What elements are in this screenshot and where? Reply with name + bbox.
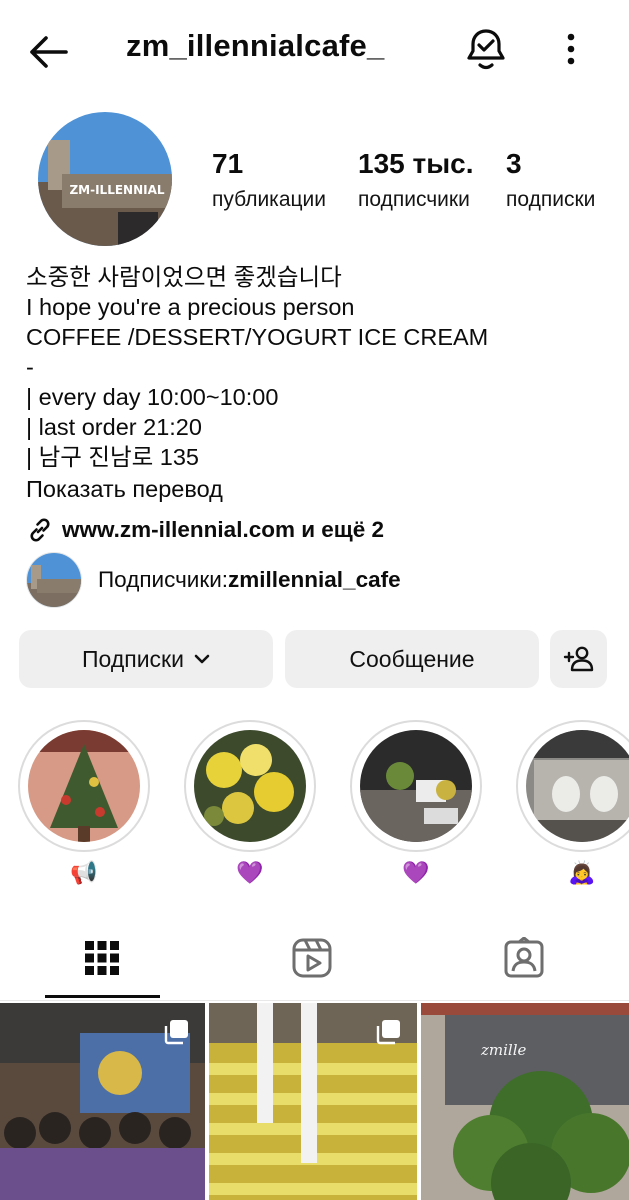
mutual-followers-row[interactable]: Подписчики: zmillennial_cafe xyxy=(26,552,401,608)
story-highlight[interactable]: 📢 xyxy=(18,720,150,890)
post-thumbnail[interactable] xyxy=(0,1003,205,1200)
mutual-followers-prefix: Подписчики: xyxy=(98,567,229,592)
add-user-icon xyxy=(563,646,593,672)
post-photo: zmille xyxy=(421,1003,629,1200)
link-icon xyxy=(30,518,50,542)
back-button[interactable] xyxy=(26,30,70,74)
tab-reels[interactable] xyxy=(282,933,342,983)
mutual-avatar-photo xyxy=(27,553,81,607)
bio-line: COFFEE /DESSERT/YOGURT ICE CREAM xyxy=(26,324,489,350)
reels-icon xyxy=(292,938,332,978)
grid-icon xyxy=(85,941,119,975)
mutual-follower-name: zmillennial_cafe xyxy=(228,567,401,592)
following-count[interactable]: 3 подписки xyxy=(506,148,595,212)
highlight-emoji: 💜 xyxy=(402,860,430,885)
multiple-photos-icon xyxy=(376,1020,400,1045)
avatar-photo: ZM-ILLENNIAL xyxy=(38,112,172,246)
more-vertical-icon xyxy=(567,33,575,65)
post-sign-text: zmille xyxy=(480,1041,527,1059)
add-user-button[interactable] xyxy=(550,630,607,688)
bio-line: | every day 10:00~10:00 xyxy=(26,384,279,410)
highlight-cover xyxy=(28,730,140,842)
message-button-label: Сообщение xyxy=(349,645,475,672)
message-button[interactable]: Сообщение xyxy=(285,630,539,688)
highlight-ring xyxy=(516,720,629,852)
highlight-emoji: 🙇‍♀️ xyxy=(568,860,596,885)
mutual-follower-avatar xyxy=(26,552,82,608)
profile-avatar[interactable]: ZM-ILLENNIAL xyxy=(38,112,172,246)
highlight-cover xyxy=(360,730,472,842)
bell-check-icon xyxy=(467,29,505,70)
bio-line: 소중한 사람이었으면 좋겠습니다 xyxy=(26,264,342,290)
bio-line: I hope you're a precious person xyxy=(26,294,355,320)
tagged-icon xyxy=(504,937,544,978)
bio-line: - xyxy=(26,354,34,380)
following-button-label: Подписки xyxy=(82,645,184,672)
tab-posts-grid[interactable] xyxy=(72,933,132,983)
top-bar: zm_illennialcafe_ xyxy=(0,0,629,100)
story-highlight[interactable]: 💜 xyxy=(350,720,482,890)
highlight-emoji: 📢 xyxy=(70,860,98,885)
bio-line: | 남구 진남로 135 xyxy=(26,444,200,470)
tab-tagged[interactable] xyxy=(494,933,554,983)
posts-count[interactable]: 71 публикации xyxy=(212,148,326,212)
followers-count-label: подписчики xyxy=(358,188,470,211)
highlight-ring xyxy=(18,720,150,852)
highlight-ring xyxy=(350,720,482,852)
highlight-emoji: 💜 xyxy=(236,860,264,885)
notifications-button[interactable] xyxy=(464,26,508,72)
profile-username: zm_illennialcafe_ xyxy=(126,28,385,63)
chevron-down-icon xyxy=(194,654,210,664)
profile-bio: 소중한 사람이었으면 좋겠습니다 I hope you're a preciou… xyxy=(26,262,616,504)
followers-count[interactable]: 135 тыс. подписчики xyxy=(358,148,473,212)
website-link-text: www.zm-illennial.com и ещё 2 xyxy=(62,517,385,542)
more-options-button[interactable] xyxy=(556,28,586,72)
bio-line: | last order 21:20 xyxy=(26,414,202,440)
highlight-ring xyxy=(184,720,316,852)
post-thumbnail[interactable] xyxy=(209,1003,417,1200)
followers-count-value: 135 тыс. xyxy=(358,148,474,179)
profile-tabs xyxy=(0,925,629,1001)
following-count-value: 3 xyxy=(506,148,522,179)
avatar-sign-text: ZM-ILLENNIAL xyxy=(69,183,164,197)
multiple-photos-icon xyxy=(164,1020,188,1045)
posts-count-value: 71 xyxy=(212,148,244,179)
arrow-left-icon xyxy=(30,36,68,68)
story-highlight[interactable]: 💜 xyxy=(184,720,316,890)
following-count-label: подписки xyxy=(506,188,596,211)
following-button[interactable]: Подписки xyxy=(19,630,273,688)
highlight-cover xyxy=(526,730,629,842)
show-translation-link[interactable]: Показать перевод xyxy=(26,474,616,504)
story-highlight[interactable]: 🙇‍♀️ xyxy=(516,720,629,890)
active-tab-indicator xyxy=(45,995,160,998)
highlight-cover xyxy=(194,730,306,842)
post-thumbnail[interactable]: zmille xyxy=(421,1003,629,1200)
profile-website-link[interactable]: www.zm-illennial.com и ещё 2 xyxy=(26,514,384,546)
posts-count-label: публикации xyxy=(212,188,326,211)
